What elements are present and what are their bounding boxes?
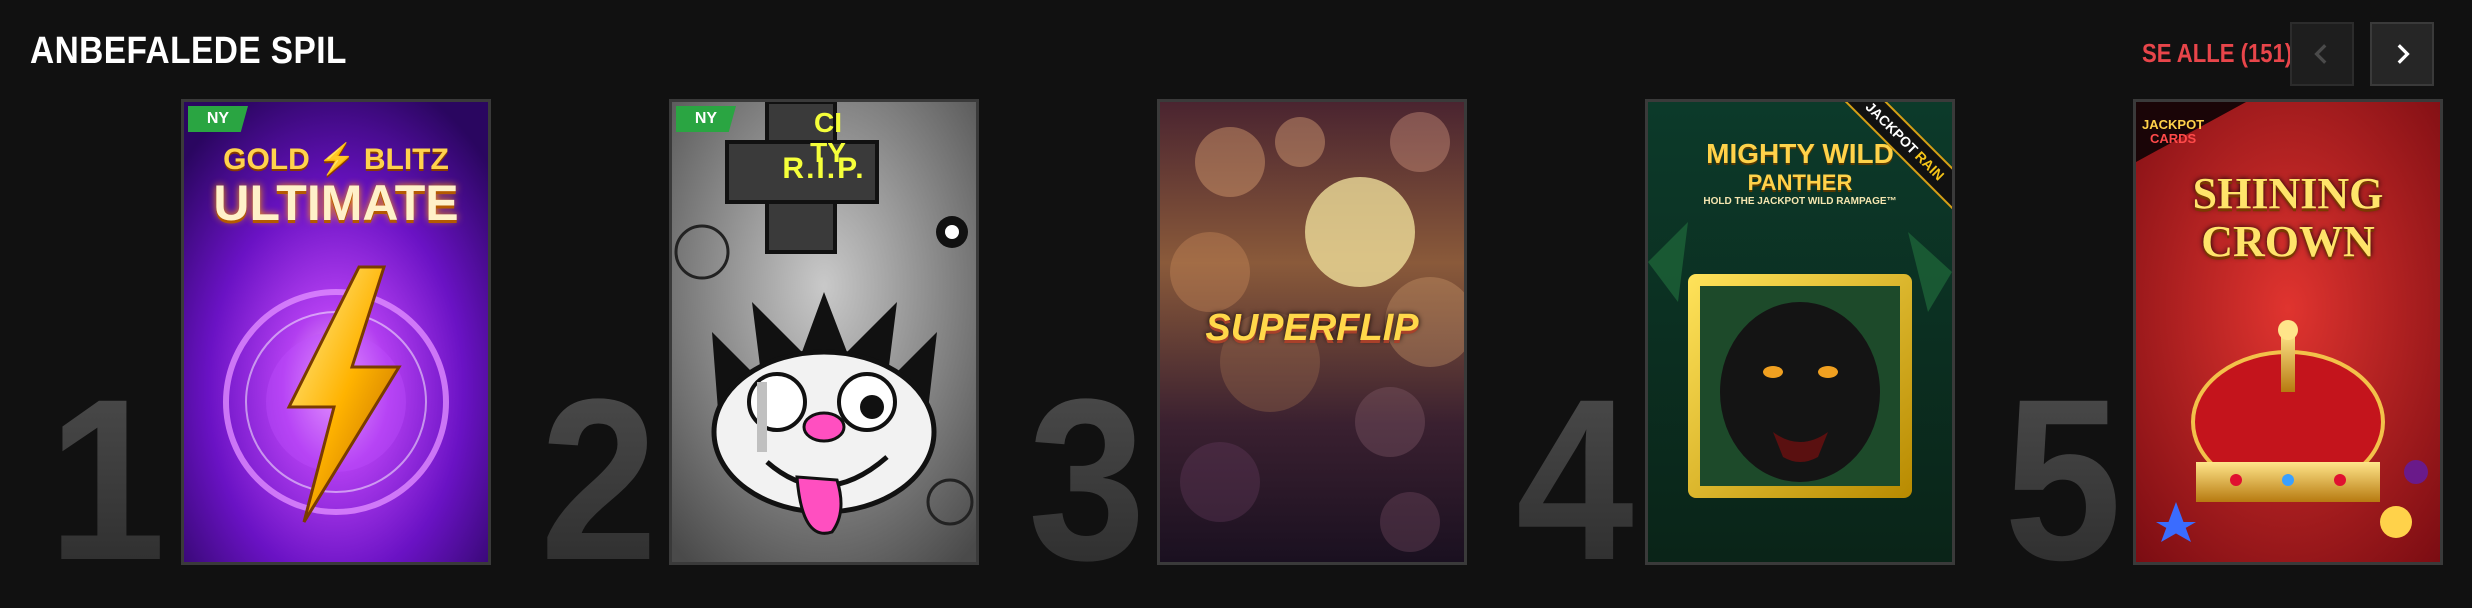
see-all-link[interactable]: SE ALLE (151) bbox=[2142, 38, 2292, 69]
game-card-mighty-wild-panther[interactable]: MIGHTY WILD PANTHER HOLD THE JACKPOT WIL… bbox=[1645, 99, 1955, 565]
game-card-gold-blitz-ultimate[interactable]: NY GOLD ⚡ BLITZ ULTIMATE bbox=[181, 99, 491, 565]
next-button[interactable] bbox=[2370, 22, 2434, 86]
game-logo-text: ULTIMATE bbox=[213, 175, 459, 231]
rank-number: 2 bbox=[540, 351, 658, 608]
game-logo-text: GOLD bbox=[223, 143, 310, 176]
rank-number: 3 bbox=[1028, 351, 1146, 608]
game-logo-text: SHINING bbox=[2192, 169, 2384, 218]
game-card-shining-crown[interactable]: JACKPOT CARDS SHINING CROWN bbox=[2133, 99, 2443, 565]
chevron-left-icon bbox=[2314, 44, 2327, 64]
game-card-superflip[interactable]: SUPERFLIP bbox=[1157, 99, 1467, 565]
game-logo-text: CROWN bbox=[2201, 217, 2375, 266]
bolt-icon: ⚡ bbox=[318, 143, 356, 176]
rank-number: 1 bbox=[48, 351, 166, 608]
game-card-rip-city[interactable]: NY R.I.P. CITY bbox=[669, 99, 979, 565]
game-logo-subtitle: HOLD THE JACKPOT WILD RAMPAGE™ bbox=[1703, 196, 1897, 207]
game-logo-text: BLITZ bbox=[363, 143, 449, 176]
new-badge: NY bbox=[676, 106, 736, 132]
corner-logo-text: CARDS bbox=[2149, 131, 2197, 146]
corner-logo-text: JACKPOT bbox=[2142, 117, 2205, 132]
game-logo-text: CITY bbox=[810, 107, 846, 168]
previous-button[interactable] bbox=[2290, 22, 2354, 86]
rank-number: 5 bbox=[2004, 351, 2122, 608]
game-logo-text: SUPERFLIP bbox=[1205, 307, 1419, 349]
section-title: ANBEFALEDE SPIL bbox=[30, 30, 347, 72]
game-logo-text: PANTHER bbox=[1747, 170, 1853, 195]
rank-number: 4 bbox=[1516, 351, 1634, 608]
chevron-right-icon bbox=[2397, 44, 2410, 64]
new-badge: NY bbox=[188, 106, 248, 132]
